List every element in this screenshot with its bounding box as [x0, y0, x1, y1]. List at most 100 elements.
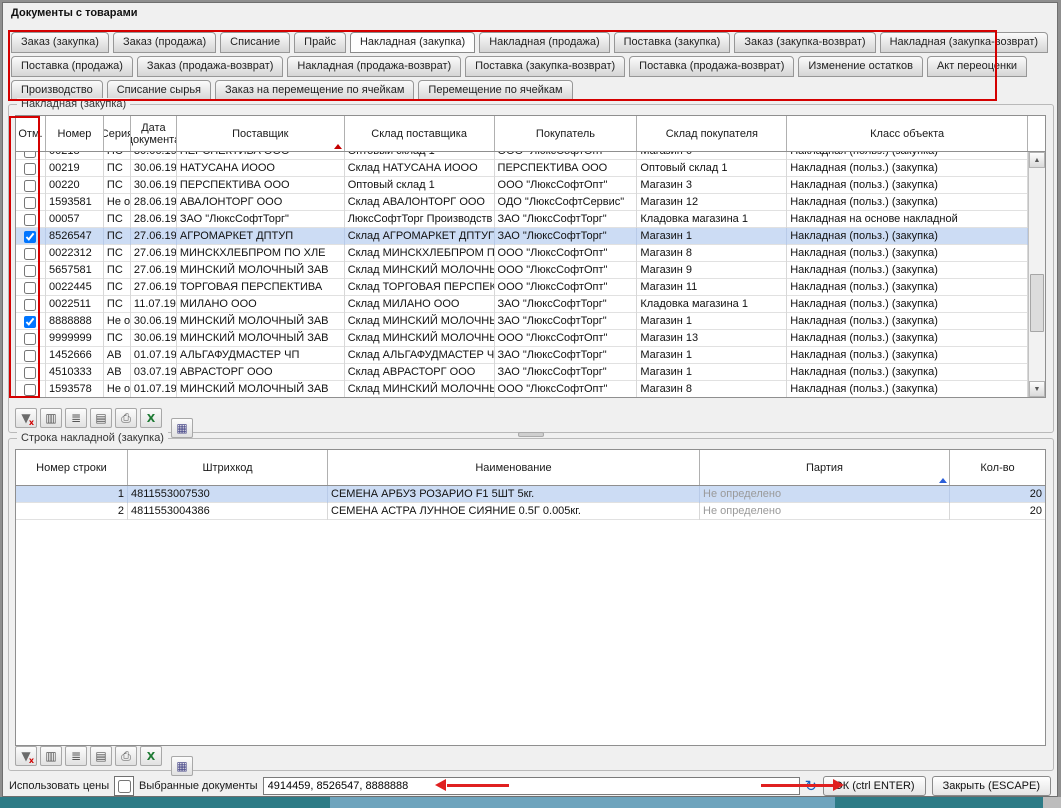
header-batch-label: Партия	[806, 462, 843, 474]
table-row[interactable]: 8888888 Не о 30.06.19 МИНСКИЙ МОЛОЧНЫЙ З…	[16, 313, 1028, 330]
list-item[interactable]: 1 4811553007530 СЕМЕНА АРБУЗ РОЗАРИО F1 …	[16, 486, 1045, 503]
header-qty[interactable]: Кол-во	[950, 450, 1045, 485]
table-row[interactable]: 1452666 АВ 01.07.19 АЛЬГАФУДМАСТЕР ЧП Ск…	[16, 347, 1028, 364]
tab[interactable]: Акт переоценки	[927, 56, 1027, 77]
tab[interactable]: Накладная (закупка)	[350, 32, 475, 53]
scroll-down-icon[interactable]: ▼	[1029, 381, 1045, 397]
ok-button[interactable]: ОК (ctrl ENTER)	[823, 776, 925, 796]
table-row[interactable]: 0022312 ПС 27.06.19 МИНСКХЛЕБПРОМ ПО ХЛЕ…	[16, 245, 1028, 262]
tab[interactable]: Поставка (закупка-возврат)	[465, 56, 625, 77]
table-row[interactable]: 1593581 Не о 28.06.19 АВАЛОНТОРГ ООО Скл…	[16, 194, 1028, 211]
table-row[interactable]: 8526547 ПС 27.06.19 АГРОМАРКЕТ ДПТУП Скл…	[16, 228, 1028, 245]
tab[interactable]: Заказ (продажа-возврат)	[137, 56, 284, 77]
list-item[interactable]: 2 4811553004386 СЕМЕНА АСТРА ЛУННОЕ СИЯН…	[16, 503, 1045, 520]
refresh-icon[interactable]: ↻	[805, 779, 818, 794]
table-row[interactable]: 0022511 ПС 11.07.19 МИЛАНО ООО Склад МИЛ…	[16, 296, 1028, 313]
tab[interactable]: Заказ на перемещение по ячейкам	[215, 80, 414, 101]
table-row[interactable]: 00219 ПС 30.06.19 НАТУСАНА ИООО Склад НА…	[16, 160, 1028, 177]
cards-icon[interactable]: ▤	[90, 408, 112, 428]
header-name[interactable]: Наименование	[328, 450, 700, 485]
cell-mark	[16, 245, 46, 262]
cell-date: 03.07.19	[131, 364, 177, 381]
cell-supplier-store: Оптовый склад 1	[345, 177, 495, 194]
cell-mark	[16, 160, 46, 177]
tab[interactable]: Заказ (закупка)	[11, 32, 109, 53]
row-checkbox[interactable]	[24, 265, 36, 277]
table-row[interactable]: 1593578 Не о 01.07.19 МИНСКИЙ МОЛОЧНЫЙ З…	[16, 381, 1028, 398]
header-barcode[interactable]: Штрихкод	[128, 450, 328, 485]
header-line-no[interactable]: Номер строки	[16, 450, 128, 485]
cell-mark	[16, 279, 46, 296]
excel-export-icon[interactable]: X	[140, 408, 162, 428]
tab[interactable]: Накладная (продажа-возврат)	[287, 56, 461, 77]
columns-icon[interactable]: ▥	[40, 746, 62, 766]
print-icon[interactable]: ⎙	[115, 408, 137, 428]
header-supplier[interactable]: Поставщик	[177, 116, 345, 151]
cell-buyer: ООО "ЛюксСофтОпт"	[495, 279, 638, 296]
grid-settings-icon[interactable]: ▦	[171, 756, 193, 776]
row-checkbox[interactable]	[24, 299, 36, 311]
filter-icon[interactable]: ▼	[15, 408, 37, 428]
row-checkbox[interactable]	[24, 282, 36, 294]
tab[interactable]: Накладная (закупка-возврат)	[880, 32, 1049, 53]
close-button[interactable]: Закрыть (ESCAPE)	[932, 776, 1051, 796]
scroll-thumb[interactable]	[1030, 274, 1044, 332]
cards-icon[interactable]: ▤	[90, 746, 112, 766]
header-buyer[interactable]: Покупатель	[495, 116, 638, 151]
table-row[interactable]: 4510333 АВ 03.07.19 АВРАСТОРГ ООО Склад …	[16, 364, 1028, 381]
row-checkbox[interactable]	[24, 163, 36, 175]
selected-docs-input[interactable]	[263, 777, 800, 795]
tab[interactable]: Поставка (продажа)	[11, 56, 133, 77]
tab[interactable]: Поставка (продажа-возврат)	[629, 56, 794, 77]
tab[interactable]: Заказ (закупка-возврат)	[734, 32, 875, 53]
invoice-scrollbar[interactable]: ▲ ▼	[1028, 152, 1045, 397]
row-checkbox[interactable]	[24, 180, 36, 192]
use-prices-checkbox[interactable]	[118, 780, 131, 793]
row-checkbox[interactable]	[24, 350, 36, 362]
row-checkbox[interactable]	[24, 214, 36, 226]
header-mark[interactable]: Отм.	[16, 116, 46, 151]
columns-icon[interactable]: ▥	[40, 408, 62, 428]
header-obj-class[interactable]: Класс объекта	[787, 116, 1028, 151]
tab[interactable]: Заказ (продажа)	[113, 32, 216, 53]
tab[interactable]: Поставка (закупка)	[614, 32, 731, 53]
scroll-up-icon[interactable]: ▲	[1029, 152, 1045, 168]
row-checkbox[interactable]	[24, 367, 36, 379]
table-row[interactable]: 0022445 ПС 27.06.19 ТОРГОВАЯ ПЕРСПЕКТИВА…	[16, 279, 1028, 296]
tab[interactable]: Перемещение по ячейкам	[418, 80, 572, 101]
row-checkbox[interactable]	[24, 152, 36, 158]
numbered-list-icon[interactable]: ≣	[65, 408, 87, 428]
numbered-list-icon[interactable]: ≣	[65, 746, 87, 766]
cell-number: 8526547	[46, 228, 104, 245]
row-checkbox[interactable]	[24, 248, 36, 260]
header-batch[interactable]: Партия	[700, 450, 950, 485]
header-number[interactable]: Номер	[46, 116, 104, 151]
cell-mark	[16, 347, 46, 364]
row-checkbox[interactable]	[24, 384, 36, 396]
header-supplier-store[interactable]: Склад поставщика	[345, 116, 495, 151]
row-checkbox[interactable]	[24, 333, 36, 345]
table-row[interactable]: 5657581 ПС 27.06.19 МИНСКИЙ МОЛОЧНЫЙ ЗАВ…	[16, 262, 1028, 279]
cell-supplier-store: Склад АГРОМАРКЕТ ДПТУП	[345, 228, 495, 245]
table-row[interactable]: 9999999 ПС 30.06.19 МИНСКИЙ МОЛОЧНЫЙ ЗАВ…	[16, 330, 1028, 347]
table-row[interactable]: 00218 ПС 30.06.19 ПЕРСПЕКТИВА ООО Оптовы…	[16, 152, 1028, 160]
excel-export-icon[interactable]: X	[140, 746, 162, 766]
cell-supplier-store: Склад АВАЛОНТОРГ ООО	[345, 194, 495, 211]
header-series[interactable]: Серия	[104, 116, 131, 151]
table-row[interactable]: 00057 ПС 28.06.19 ЗАО "ЛюксСофтТорг" Люк…	[16, 211, 1028, 228]
header-date[interactable]: Дата документа	[131, 116, 177, 151]
row-checkbox[interactable]	[24, 231, 36, 243]
filter-icon[interactable]: ▼	[15, 746, 37, 766]
tab[interactable]: Накладная (продажа)	[479, 32, 609, 53]
tab[interactable]: Изменение остатков	[798, 56, 923, 77]
print-icon[interactable]: ⎙	[115, 746, 137, 766]
cell-buyer-store: Магазин 1	[637, 313, 787, 330]
cell-buyer: ООО "ЛюксСофтОпт"	[495, 381, 638, 398]
row-checkbox[interactable]	[24, 316, 36, 328]
header-buyer-store[interactable]: Склад покупателя	[637, 116, 787, 151]
splitter-handle[interactable]	[518, 432, 544, 437]
row-checkbox[interactable]	[24, 197, 36, 209]
tab[interactable]: Списание	[220, 32, 290, 53]
tab[interactable]: Прайс	[294, 32, 346, 53]
table-row[interactable]: 00220 ПС 30.06.19 ПЕРСПЕКТИВА ООО Оптовы…	[16, 177, 1028, 194]
